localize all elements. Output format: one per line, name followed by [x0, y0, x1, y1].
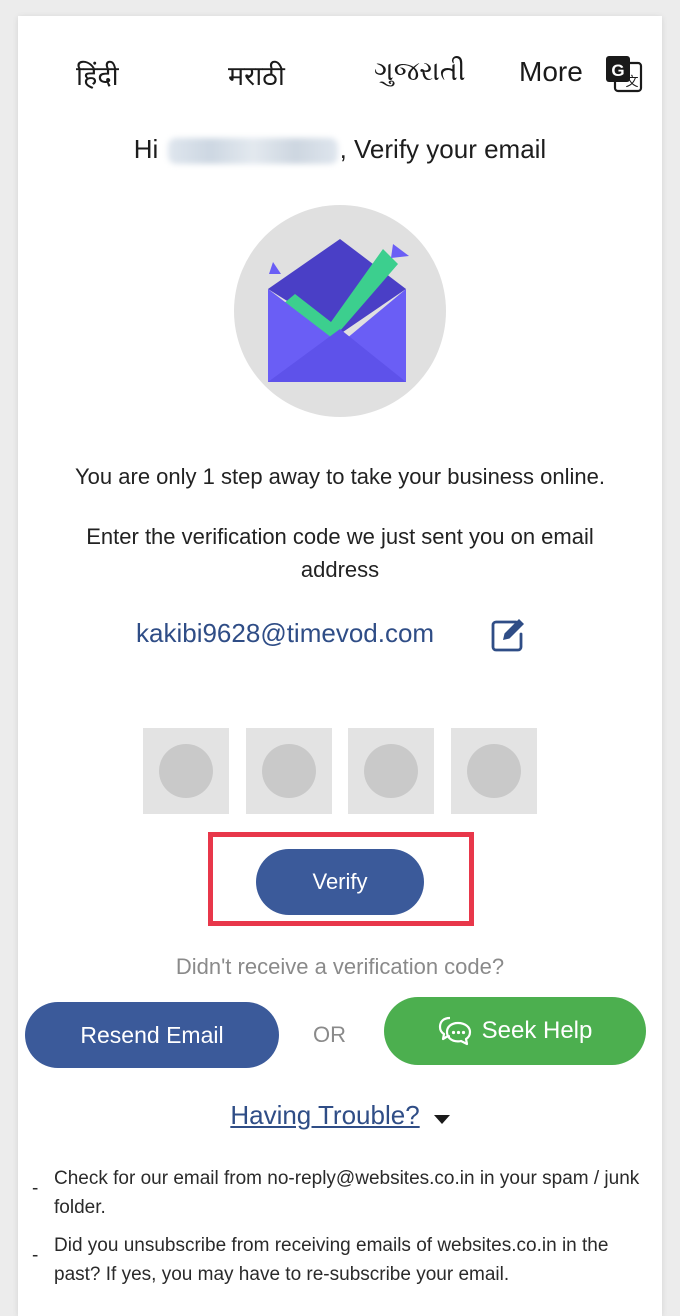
tip-text: Did you unsubscribe from receiving email… [54, 1235, 609, 1285]
tip-item: - Did you unsubscribe from receiving ema… [32, 1231, 642, 1289]
greeting-verify-text: , Verify your email [339, 134, 547, 164]
verify-button[interactable]: Verify [256, 849, 424, 915]
email-verified-illustration [234, 205, 446, 417]
email-row: kakibi9628@timevod.com [18, 616, 662, 656]
greeting-heading: Hi , Verify your email [18, 134, 662, 165]
otp-digit-3[interactable] [348, 728, 434, 814]
or-separator: OR [313, 1022, 346, 1047]
seek-help-button[interactable]: Seek Help [384, 997, 646, 1065]
language-gujarati[interactable]: ગુજરાતી [374, 56, 465, 88]
otp-digit-1[interactable] [143, 728, 229, 814]
didnt-receive-text: Didn't receive a verification code? [175, 954, 505, 979]
language-more[interactable]: More [519, 56, 583, 88]
google-translate-icon[interactable]: G 文 [604, 54, 644, 94]
tip-bullet: - [32, 1245, 39, 1266]
otp-placeholder-dot [364, 744, 418, 798]
greeting-hi: Hi [133, 134, 159, 164]
resend-email-button[interactable]: Resend Email [25, 1002, 279, 1068]
email-address: kakibi9628@timevod.com [136, 618, 435, 648]
having-trouble-row: Having Trouble? [18, 1100, 662, 1131]
language-bar: हिंदी मराठी ગુજરાતી More G 文 [18, 46, 662, 106]
otp-digit-2[interactable] [246, 728, 332, 814]
svg-text:G: G [611, 61, 624, 80]
seek-help-label: Seek Help [481, 1017, 593, 1044]
svg-text:文: 文 [625, 75, 638, 90]
edit-icon[interactable] [490, 616, 528, 652]
chat-bubble-icon [438, 1016, 471, 1046]
blurred-user-name [167, 138, 338, 165]
otp-placeholder-dot [262, 744, 316, 798]
otp-digit-4[interactable] [451, 728, 537, 814]
language-marathi[interactable]: मराठी [228, 56, 285, 93]
language-hindi[interactable]: हिंदी [76, 56, 119, 93]
tip-text: Check for our email from no-reply@websit… [54, 1168, 640, 1218]
step-away-text: You are only 1 step away to take your bu… [75, 464, 605, 489]
tip-bullet: - [32, 1178, 39, 1199]
caret-down-icon[interactable] [433, 1115, 450, 1125]
having-trouble-link[interactable]: Having Trouble? [230, 1100, 419, 1130]
tip-item: - Check for our email from no-reply@webs… [32, 1164, 642, 1222]
instruction-text: Enter the verification code we just sent… [86, 524, 594, 582]
otp-placeholder-dot [159, 744, 213, 798]
otp-placeholder-dot [467, 744, 521, 798]
trouble-tips-list: - Check for our email from no-reply@webs… [32, 1164, 642, 1298]
verification-card: हिंदी मराठी ગુજરાતી More G 文 Hi , Verify… [18, 16, 662, 1316]
